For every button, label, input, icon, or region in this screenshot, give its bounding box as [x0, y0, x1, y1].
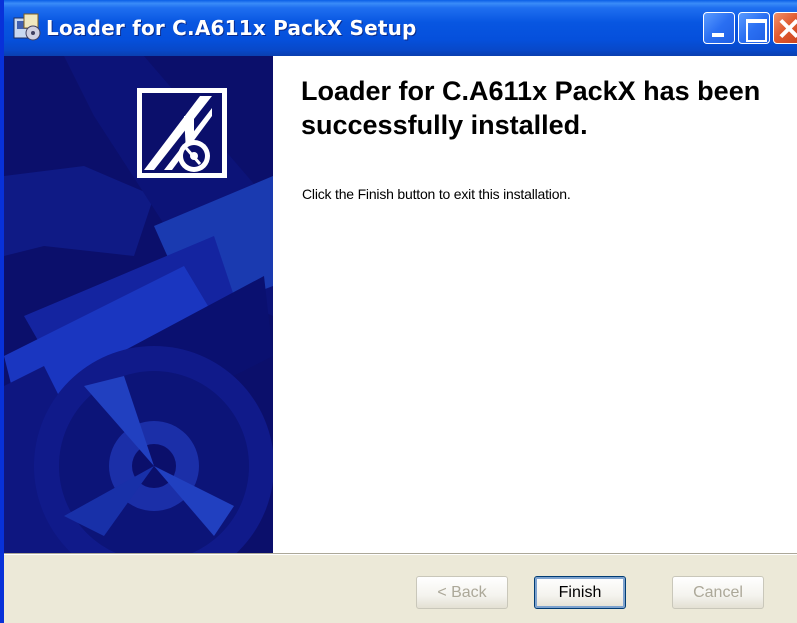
title-bar[interactable]: Loader for C.A611x PackX Setup — [4, 0, 797, 56]
completion-heading: Loader for C.A611x PackX has been succes… — [301, 76, 761, 140]
banner-graphic — [4, 56, 273, 553]
banner-image — [4, 56, 273, 553]
separator — [4, 553, 797, 555]
installer-icon — [12, 12, 42, 42]
back-button[interactable]: < Back — [416, 576, 508, 609]
setup-window: Loader for C.A611x PackX Setup Loader fo… — [0, 0, 797, 623]
minimize-button[interactable] — [703, 12, 735, 44]
content-panel: Loader for C.A611x PackX has been succes… — [273, 56, 797, 553]
close-button[interactable] — [773, 12, 797, 44]
cancel-button[interactable]: Cancel — [672, 576, 764, 609]
finish-button[interactable]: Finish — [534, 576, 626, 609]
maximize-button[interactable] — [738, 12, 770, 44]
window-title: Loader for C.A611x PackX Setup — [46, 16, 417, 40]
completion-message: Click the Finish button to exit this ins… — [302, 186, 571, 202]
